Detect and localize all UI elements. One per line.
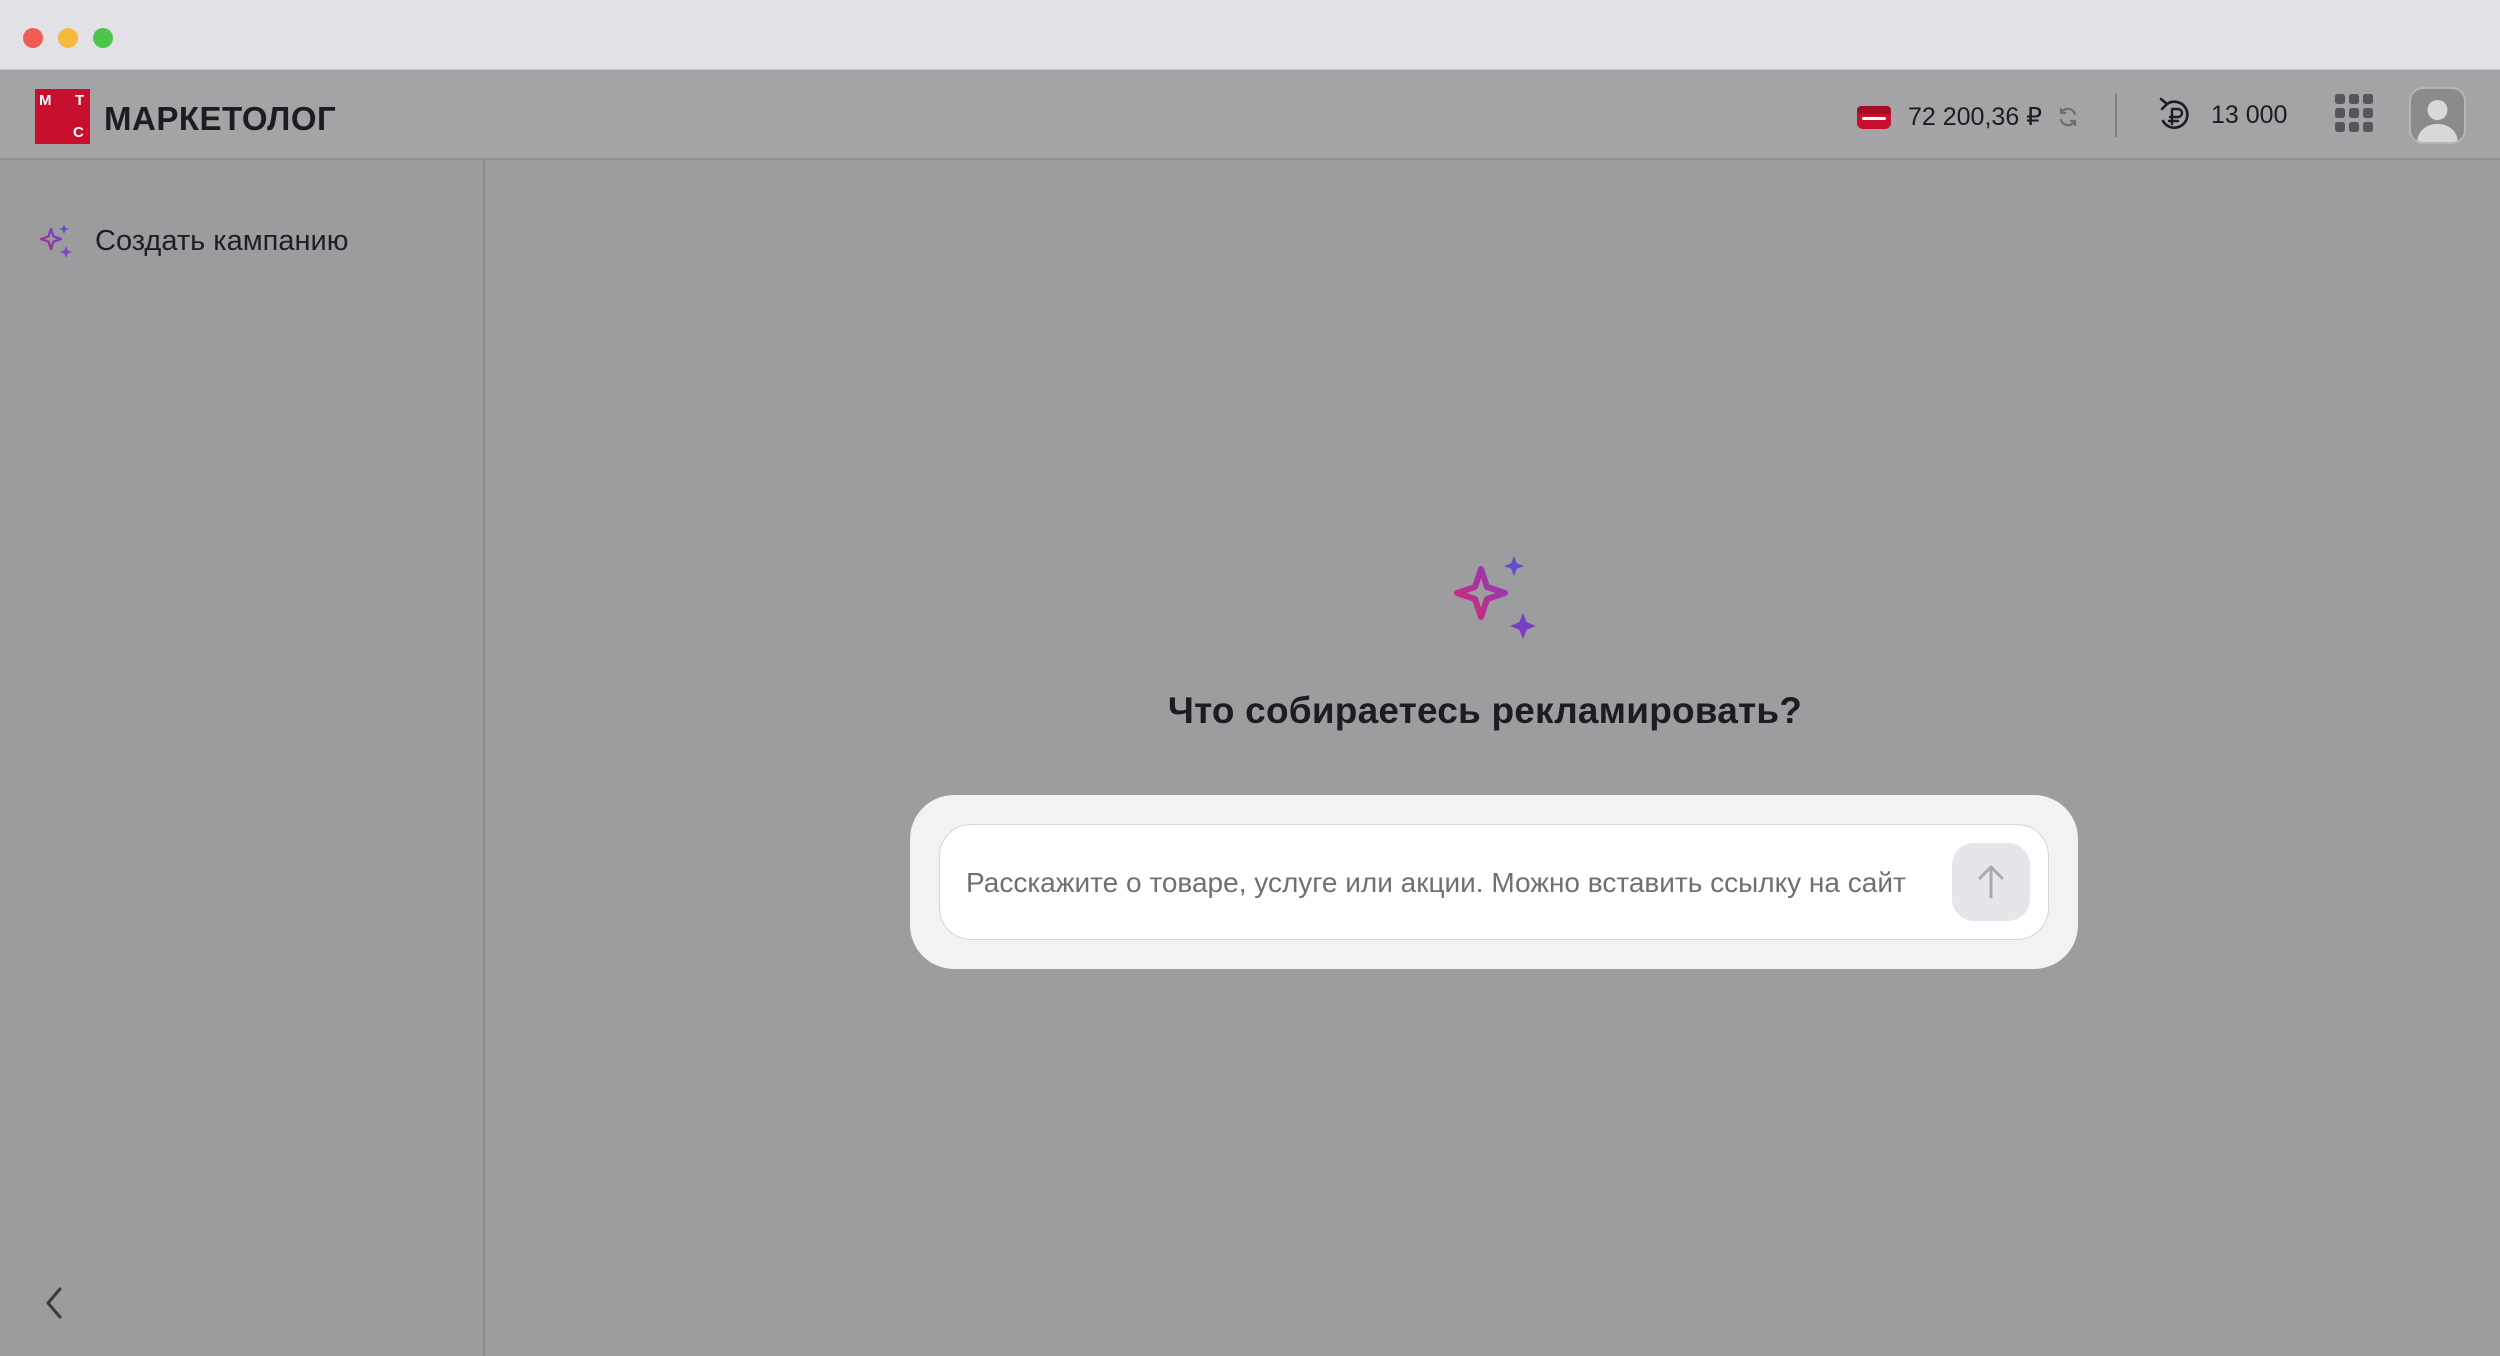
sparkles-icon — [1454, 556, 1536, 639]
app-header: М Т С МАРКЕТОЛОГ 72 200,36 ₽ 13 000 — [0, 70, 2500, 160]
sidebar-item-create-campaign[interactable]: Создать кампанию — [37, 222, 348, 260]
window-close-button[interactable] — [23, 28, 43, 48]
window-titlebar — [0, 0, 2500, 70]
balance-amount: 72 200,36 ₽ — [1908, 103, 2043, 131]
window-minimize-button[interactable] — [58, 28, 78, 48]
sparkles-icon — [39, 224, 72, 258]
mts-logo-icon[interactable]: М Т С — [35, 89, 90, 144]
sidebar-item-label: Создать кампанию — [95, 224, 349, 257]
send-button[interactable] — [1952, 843, 2030, 921]
arrow-up-icon — [1978, 865, 2004, 899]
prompt-input-box[interactable] — [939, 824, 2049, 940]
user-avatar-icon[interactable] — [2409, 87, 2466, 144]
bonus-amount: 13 000 — [2211, 100, 2288, 129]
window-zoom-button[interactable] — [93, 28, 113, 48]
prompt-title: Что собираетесь рекламировать? — [1167, 690, 1803, 731]
logo-letter-s: С — [73, 124, 84, 141]
logo-letter-m: М — [39, 92, 52, 109]
brand-name[interactable]: МАРКЕТОЛОГ — [104, 100, 336, 138]
logo-letter-t: Т — [75, 92, 85, 109]
balance-widget[interactable]: 72 200,36 ₽ — [1856, 102, 2080, 132]
sidebar: Создать кампанию — [0, 160, 485, 1356]
wallet-icon — [1857, 106, 1891, 129]
prompt-input[interactable] — [964, 853, 1928, 913]
refresh-icon[interactable] — [2056, 105, 2080, 129]
apps-grid-icon[interactable] — [2334, 93, 2374, 133]
bonus-ruble-icon — [2159, 97, 2189, 129]
prompt-input-container — [910, 795, 2078, 969]
bonus-widget[interactable]: 13 000 — [2157, 96, 2287, 134]
header-divider — [2115, 93, 2117, 137]
avatar-silhouette-icon — [2417, 100, 2458, 142]
chevron-left-icon[interactable] — [40, 1283, 68, 1323]
